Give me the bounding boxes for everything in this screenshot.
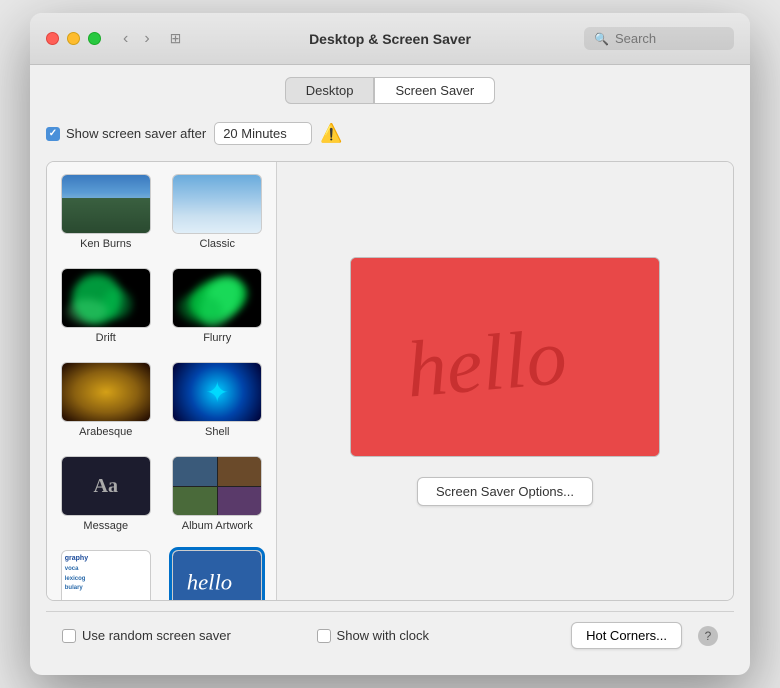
saver-thumb-word-of-the-day: graphyvocalexicogbulary (61, 550, 151, 600)
saver-thumb-ken-burns (61, 174, 151, 234)
saver-item-flurry[interactable]: Flurry (167, 264, 269, 348)
saver-label-shell: Shell (205, 426, 229, 438)
screen-saver-options-button[interactable]: Screen Saver Options... (417, 477, 593, 506)
saver-item-message[interactable]: Aa Message (55, 452, 157, 536)
fullscreen-button[interactable] (88, 32, 101, 45)
close-button[interactable] (46, 32, 59, 45)
traffic-lights (46, 32, 101, 45)
show-clock-checkbox[interactable] (317, 629, 331, 643)
preview-svg: hello (351, 258, 660, 457)
saver-item-arabesque[interactable]: Arabesque (55, 358, 157, 442)
hot-corners-button[interactable]: Hot Corners... (571, 622, 682, 649)
show-after-label: Show screen saver after (66, 126, 206, 141)
preview-area: hello Screen Saver Options... (277, 162, 733, 600)
bottom-bar: Use random screen saver Show with clock … (46, 611, 734, 659)
search-box[interactable]: 🔍 (584, 27, 734, 50)
saver-label-drift: Drift (96, 332, 116, 344)
show-after-checkbox[interactable]: ✓ (46, 127, 60, 141)
show-after-row: ✓ Show screen saver after 1 Minute 2 Min… (46, 116, 734, 151)
grid-view-button[interactable]: ⊞ (164, 28, 188, 49)
saver-label-flurry: Flurry (203, 332, 231, 344)
saver-item-hello[interactable]: hello Hello (167, 546, 269, 600)
saver-thumb-drift (61, 268, 151, 328)
minutes-select[interactable]: 1 Minute 2 Minutes 5 Minutes 10 Minutes … (214, 122, 312, 145)
saver-label-ken-burns: Ken Burns (80, 238, 131, 250)
saver-label-arabesque: Arabesque (79, 426, 132, 438)
saver-item-shell[interactable]: ✦ Shell (167, 358, 269, 442)
help-button[interactable]: ? (698, 626, 718, 646)
minutes-select-wrapper[interactable]: 1 Minute 2 Minutes 5 Minutes 10 Minutes … (214, 122, 312, 145)
saver-item-ken-burns[interactable]: Ken Burns (55, 170, 157, 254)
saver-thumb-hello: hello (172, 550, 262, 600)
warning-icon: ⚠️ (320, 123, 342, 144)
preview-frame: hello (350, 257, 660, 457)
random-saver-label[interactable]: Use random screen saver (62, 628, 301, 643)
tab-bar: Desktop Screen Saver (30, 65, 750, 116)
saver-thumb-classic (172, 174, 262, 234)
nav-buttons: ‹ › (117, 28, 156, 50)
forward-button[interactable]: › (138, 28, 155, 50)
window-title: Desktop & Screen Saver (309, 31, 471, 47)
random-saver-text: Use random screen saver (82, 628, 231, 643)
saver-item-classic[interactable]: Classic (167, 170, 269, 254)
saver-thumb-album-artwork (172, 456, 262, 516)
checkmark-icon: ✓ (49, 128, 57, 139)
show-clock-label[interactable]: Show with clock (317, 628, 556, 643)
saver-thumb-flurry (172, 268, 262, 328)
saver-list: Ken Burns Classic (47, 162, 277, 600)
saver-thumb-message: Aa (61, 456, 151, 516)
saver-label-album-artwork: Album Artwork (182, 520, 253, 532)
content-area: ✓ Show screen saver after 1 Minute 2 Min… (30, 116, 750, 675)
svg-text:hello: hello (187, 569, 232, 594)
show-clock-text: Show with clock (337, 628, 429, 643)
show-after-checkbox-label[interactable]: ✓ Show screen saver after (46, 126, 206, 141)
search-input[interactable] (615, 31, 724, 46)
back-button[interactable]: ‹ (117, 28, 134, 50)
titlebar: ‹ › ⊞ Desktop & Screen Saver 🔍 (30, 13, 750, 65)
saver-thumb-shell: ✦ (172, 362, 262, 422)
random-saver-checkbox[interactable] (62, 629, 76, 643)
tab-screen-saver[interactable]: Screen Saver (374, 77, 495, 104)
main-panel: Ken Burns Classic (46, 161, 734, 601)
minimize-button[interactable] (67, 32, 80, 45)
saver-label-classic: Classic (200, 238, 235, 250)
saver-thumb-arabesque (61, 362, 151, 422)
tab-desktop[interactable]: Desktop (285, 77, 375, 104)
hello-thumb-svg: hello (179, 563, 255, 597)
search-icon: 🔍 (594, 32, 609, 46)
saver-item-word-of-the-day[interactable]: graphyvocalexicogbulary Word of the Day (55, 546, 157, 600)
svg-text:hello: hello (403, 312, 570, 414)
saver-item-album-artwork[interactable]: Album Artwork (167, 452, 269, 536)
saver-item-drift[interactable]: Drift (55, 264, 157, 348)
saver-label-message: Message (83, 520, 128, 532)
main-window: ‹ › ⊞ Desktop & Screen Saver 🔍 Desktop S… (30, 13, 750, 675)
